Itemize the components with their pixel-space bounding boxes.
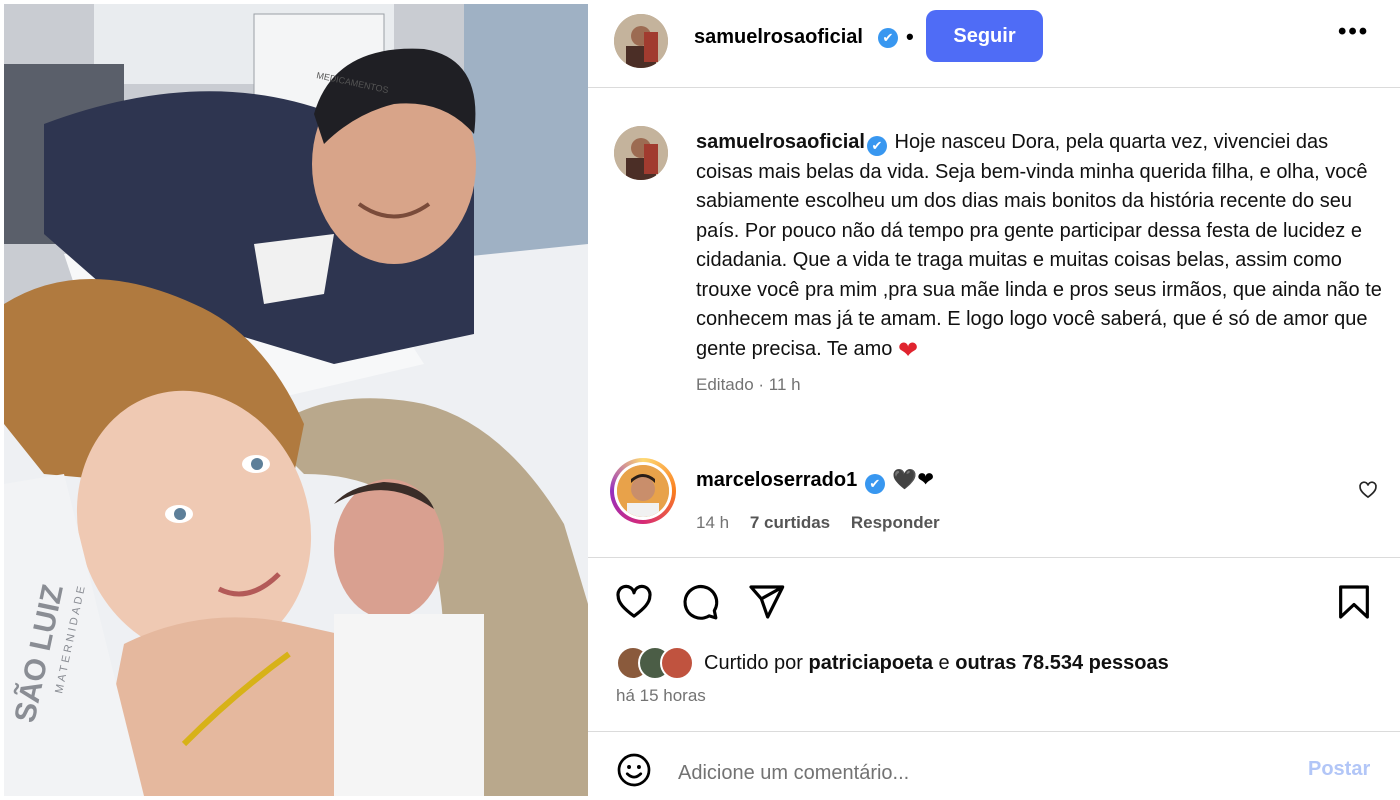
- comment: marceloserrado1 ✔ 🖤❤: [696, 467, 934, 494]
- likes-text: Curtido por patriciapoeta e outras 78.53…: [704, 652, 1169, 675]
- share-icon[interactable]: [746, 582, 786, 622]
- save-icon[interactable]: [1334, 582, 1374, 622]
- post-detail-panel: samuelrosaoficial ✔ • Seguir ••• samuelr…: [588, 0, 1400, 800]
- author-avatar[interactable]: [614, 14, 668, 68]
- emoji-icon[interactable]: [616, 752, 652, 788]
- comment-text: 🖤❤: [892, 469, 934, 491]
- author-username[interactable]: samuelrosaoficial: [694, 26, 863, 49]
- follow-button[interactable]: Seguir: [926, 10, 1043, 62]
- commenter-verified-icon: ✔: [864, 474, 885, 494]
- likes-middle: e: [932, 652, 956, 674]
- likes-prefix: Curtido por: [704, 652, 809, 674]
- liker-username[interactable]: patriciapoeta: [809, 652, 933, 674]
- post-header: samuelrosaoficial ✔ • Seguir •••: [588, 0, 1400, 88]
- verified-icon: ✔: [878, 28, 898, 48]
- likes-others[interactable]: outras 78.534 pessoas: [955, 652, 1168, 674]
- reply-button[interactable]: Responder: [851, 513, 940, 532]
- caption-text: Hoje nasceu Dora, pela quarta vez, viven…: [696, 131, 1382, 360]
- divider: [588, 557, 1400, 558]
- comment-icon[interactable]: [680, 582, 720, 622]
- comment-input[interactable]: [678, 756, 1278, 790]
- caption-text-block: samuelrosaoficial ✔ Hoje nasceu Dora, pel…: [696, 128, 1386, 365]
- more-icon[interactable]: •••: [1338, 18, 1369, 46]
- divider: [588, 731, 1400, 732]
- liker-avatars[interactable]: [616, 646, 698, 680]
- comment-meta: 14 h 7 curtidas Responder: [696, 513, 940, 533]
- caption-avatar[interactable]: [614, 126, 668, 180]
- caption-verified-icon: ✔: [866, 136, 887, 156]
- small-heart-icon[interactable]: [1358, 480, 1378, 500]
- post-time[interactable]: há 15 horas: [616, 686, 706, 706]
- commenter-username[interactable]: marceloserrado1: [696, 469, 857, 491]
- caption-meta: Editado · 11 h: [696, 375, 801, 394]
- caption-block: samuelrosaoficial ✔ Hoje nasceu Dora, pel…: [696, 128, 1386, 395]
- comment-likes[interactable]: 7 curtidas: [750, 513, 830, 532]
- comment-time: 14 h: [696, 513, 730, 532]
- like-icon[interactable]: [614, 582, 654, 622]
- red-heart-emoji: ❤: [897, 336, 919, 364]
- post-comment-button[interactable]: Postar: [1308, 758, 1370, 781]
- commenter-avatar[interactable]: [610, 458, 676, 524]
- post-image[interactable]: SÃO LUIZ MATERNIDADE MEDICAMENTOS: [4, 4, 588, 796]
- header-separator: •: [906, 24, 914, 49]
- caption-username[interactable]: samuelrosaoficial: [696, 131, 865, 153]
